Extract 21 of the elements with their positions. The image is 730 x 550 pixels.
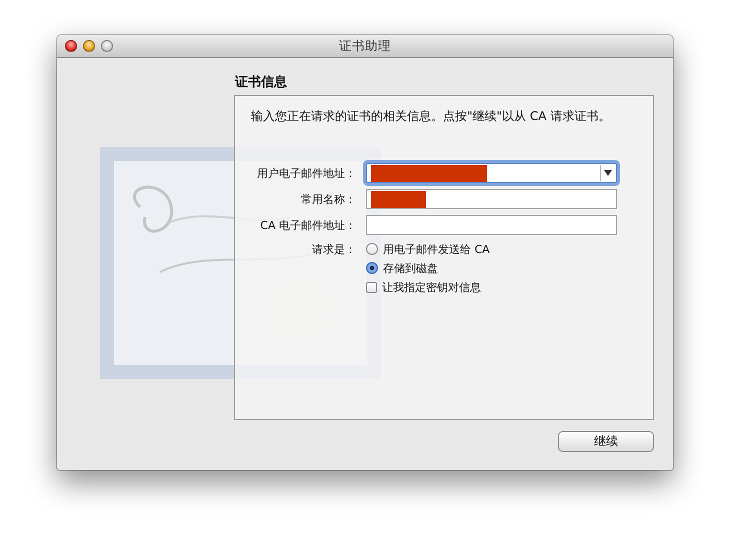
window-title: 证书助理 — [339, 38, 391, 52]
field-label: 用户电子邮件地址： — [257, 166, 356, 180]
dropdown-arrow-icon — [604, 170, 612, 176]
radio-button[interactable] — [366, 262, 378, 274]
input-field[interactable] — [366, 215, 617, 235]
checkbox[interactable] — [366, 282, 377, 292]
zoom-button[interactable] — [101, 40, 113, 52]
radio-label[interactable]: 用电子邮件发送给 CA — [383, 242, 490, 256]
radio-label[interactable]: 存储到磁盘 — [383, 260, 438, 276]
radio-button[interactable] — [366, 243, 378, 255]
email-combo-box[interactable] — [366, 163, 617, 183]
section-title: 证书信息 — [235, 74, 288, 91]
input-field[interactable] — [366, 189, 617, 209]
close-button[interactable] — [65, 40, 77, 52]
field-label: 常用名称： — [301, 192, 356, 206]
continue-button[interactable]: 继续 — [558, 431, 654, 452]
instruction-text: 输入您正在请求的证书的相关信息。点按"继续"以从 CA 请求证书。 — [251, 108, 612, 124]
checkbox-label[interactable]: 让我指定密钥对信息 — [382, 280, 481, 294]
field-label: CA 电子邮件地址： — [260, 218, 356, 232]
minimize-button[interactable] — [83, 40, 95, 52]
field-label: 请求是： — [312, 242, 356, 257]
